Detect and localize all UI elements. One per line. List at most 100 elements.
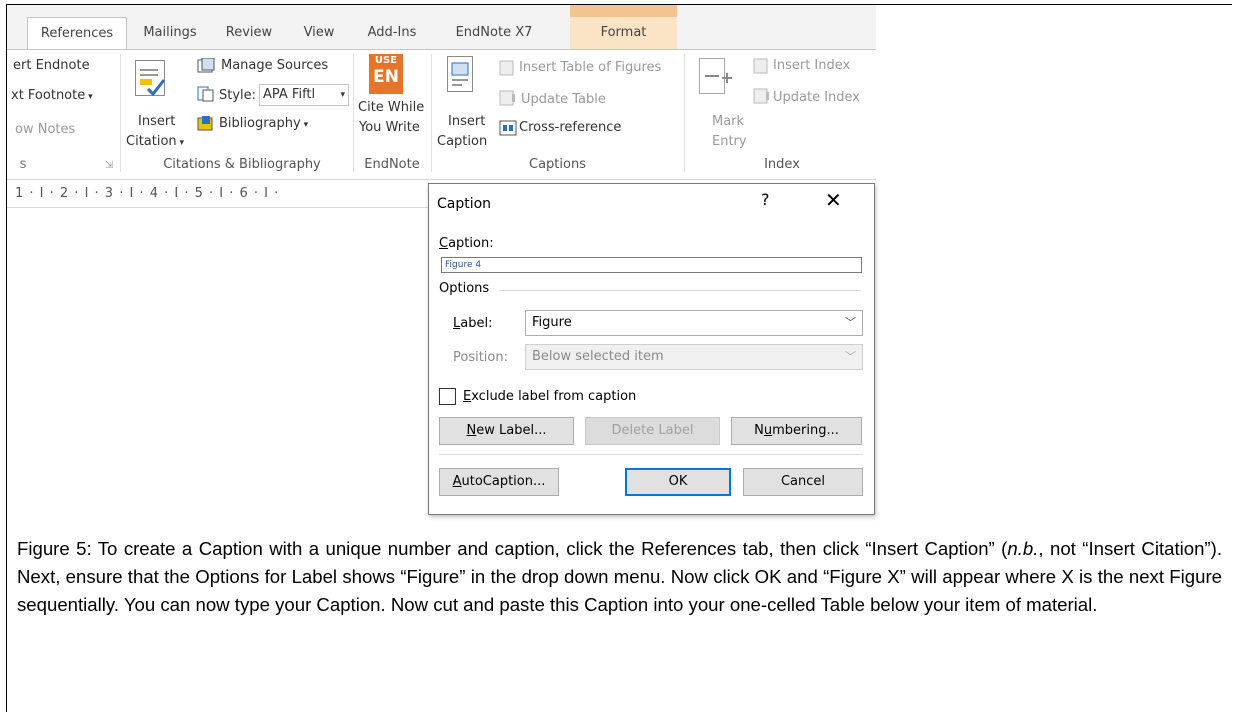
mark-entry-label-2[interactable]: Entry xyxy=(712,134,747,149)
tab-endnote-x7[interactable]: EndNote X7 xyxy=(439,17,549,49)
position-select-value: Below selected item xyxy=(532,349,664,364)
update-index-button[interactable]: Update Index xyxy=(773,90,860,105)
chevron-down-icon: ﹀ xyxy=(845,316,856,329)
dropdown-arrow-icon: ▾ xyxy=(300,120,309,130)
cite-while-you-write-label-2[interactable]: You Write xyxy=(359,120,420,135)
ribbon-tabs: References Mailings Review View Add-Ins … xyxy=(7,17,876,50)
manage-sources-icon xyxy=(197,57,215,74)
position-field-label: Position: xyxy=(453,350,508,365)
ribbon-panel: ert Endnote xt Footnote ▾ ow Notes s ⇲ I… xyxy=(7,49,876,180)
insert-caption-label-2[interactable]: Caption xyxy=(437,134,487,149)
next-footnote-label: xt Footnote xyxy=(11,88,86,103)
tab-add-ins[interactable]: Add-Ins xyxy=(357,17,427,49)
footnotes-group-label: s xyxy=(19,157,27,172)
autocaption-rest: utoCaption... xyxy=(461,474,546,489)
group-separator xyxy=(684,54,685,172)
bibliography-button[interactable]: Bibliography ▾ xyxy=(219,116,308,131)
group-separator xyxy=(120,54,121,172)
numbering-part-a: N xyxy=(754,423,764,438)
delete-label-button[interactable]: Delete Label xyxy=(585,417,720,445)
numbering-button[interactable]: Numbering... xyxy=(731,417,862,445)
mark-entry-icon xyxy=(699,58,732,94)
numbering-mnemonic: u xyxy=(763,423,773,438)
options-label: Options xyxy=(439,281,490,296)
insert-citation-label-1[interactable]: Insert xyxy=(138,114,175,129)
label-field-label: Label: xyxy=(453,316,492,331)
caption-field-label-rest: aption: xyxy=(448,236,494,251)
insert-citation-label-2: Citation xyxy=(126,134,177,149)
dropdown-arrow-icon: ▾ xyxy=(340,90,345,100)
new-label-rest: ew Label... xyxy=(476,423,547,438)
show-notes-button[interactable]: ow Notes xyxy=(15,122,75,137)
next-footnote-button[interactable]: xt Footnote ▾ xyxy=(11,88,93,103)
captions-group-label: Captions xyxy=(529,157,586,172)
cross-reference-icon xyxy=(499,120,517,136)
endnote-cwyw-icon: USE EN xyxy=(369,54,403,94)
endnote-badge-top: USE xyxy=(374,55,398,66)
close-icon[interactable]: ✕ xyxy=(825,188,842,212)
tab-view[interactable]: View xyxy=(289,17,349,49)
bibliography-label: Bibliography xyxy=(219,116,301,131)
caption-text-part1: Figure 5: To create a Caption with a uni… xyxy=(17,538,1008,559)
endnote-badge-bottom: EN xyxy=(373,67,399,87)
cite-while-you-write-label-1[interactable]: Cite While xyxy=(358,100,424,115)
insert-index-icon xyxy=(753,58,769,74)
update-table-button[interactable]: Update Table xyxy=(521,92,606,107)
dialog-title: Caption xyxy=(437,196,492,212)
numbering-part-b: mbering... xyxy=(772,423,839,438)
caption-mnemonic: C xyxy=(439,236,449,251)
update-table-icon xyxy=(499,90,515,106)
insert-table-of-figures-button[interactable]: Insert Table of Figures xyxy=(519,60,661,75)
insert-citation-button[interactable]: Citation ▾ xyxy=(126,134,184,149)
citations-group-label: Citations & Bibliography xyxy=(163,157,321,172)
insert-caption-label-1[interactable]: Insert xyxy=(448,114,485,129)
group-separator xyxy=(431,54,432,172)
dropdown-arrow-icon: ▾ xyxy=(176,138,185,148)
caption-input[interactable]: Figure 4 xyxy=(441,257,862,273)
table-of-figures-icon xyxy=(499,60,515,76)
exclude-label-text[interactable]: Exclude label from caption xyxy=(463,389,636,404)
exclude-label-rest: xclude label from caption xyxy=(471,389,637,404)
label-select[interactable]: Figure ﹀ xyxy=(525,310,863,336)
insert-caption-icon xyxy=(447,56,473,92)
index-group-label: Index xyxy=(764,157,800,172)
update-index-icon xyxy=(753,88,769,104)
caption-field-label: Caption: xyxy=(439,236,494,251)
tab-review[interactable]: Review xyxy=(219,17,279,49)
style-label: Style: xyxy=(219,88,257,103)
label-field-label-rest: abel: xyxy=(460,316,493,331)
horizontal-ruler[interactable]: 1 · I · 2 · I · 3 · I · 4 · I · 5 · I · … xyxy=(7,182,435,208)
ruler-ticks: 1 · I · 2 · I · 3 · I · 4 · I · 5 · I · … xyxy=(15,186,280,201)
ok-button[interactable]: OK xyxy=(625,468,731,496)
tab-references[interactable]: References xyxy=(27,17,127,50)
position-select[interactable]: Below selected item ﹀ xyxy=(525,344,863,370)
contextual-tab-header xyxy=(570,5,677,17)
autocaption-mnemonic: A xyxy=(452,474,462,489)
exclude-mnemonic: E xyxy=(463,389,472,404)
options-divider xyxy=(499,290,861,291)
cancel-button[interactable]: Cancel xyxy=(743,468,863,496)
insert-citation-icon xyxy=(135,60,166,97)
dialog-launcher-icon[interactable]: ⇲ xyxy=(105,160,113,171)
style-icon xyxy=(197,86,214,102)
style-select[interactable]: APA Fiftl ▾ xyxy=(259,84,349,106)
new-label-button[interactable]: New Label... xyxy=(439,417,574,445)
endnote-group-label: EndNote xyxy=(364,157,420,172)
caption-dialog: Caption ? ✕ Caption: Figure 4 Options La… xyxy=(428,183,875,515)
group-separator xyxy=(353,54,354,172)
caption-text-nb: n.b. xyxy=(1007,538,1039,559)
ribbon: References Mailings Review View Add-Ins … xyxy=(7,5,876,180)
tab-mailings[interactable]: Mailings xyxy=(135,17,205,49)
insert-endnote-button[interactable]: ert Endnote xyxy=(13,58,90,73)
mark-entry-label-1[interactable]: Mark xyxy=(712,114,744,129)
cross-reference-button[interactable]: Cross-reference xyxy=(519,120,621,135)
insert-index-button[interactable]: Insert Index xyxy=(773,58,850,73)
new-label-mnemonic: N xyxy=(466,423,477,438)
chevron-down-icon: ﹀ xyxy=(845,350,856,363)
manage-sources-button[interactable]: Manage Sources xyxy=(221,58,328,73)
help-icon[interactable]: ? xyxy=(761,190,770,209)
exclude-label-checkbox[interactable] xyxy=(439,388,456,405)
tab-format[interactable]: Format xyxy=(570,17,677,49)
dropdown-arrow-icon: ▾ xyxy=(85,92,93,102)
autocaption-button[interactable]: AutoCaption... xyxy=(439,468,559,496)
